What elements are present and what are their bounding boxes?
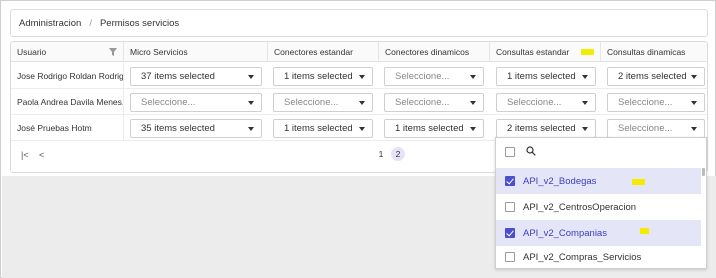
option-label: API_v2_Compras_Servicios xyxy=(523,252,642,263)
select-value: 2 items selected xyxy=(507,123,576,134)
dropdown-option[interactable]: API_v2_CentrosOperacion xyxy=(496,194,701,220)
consultas-dinamicas-select[interactable]: Seleccione... xyxy=(607,119,705,138)
conectores-estandar-select[interactable]: 1 items selected xyxy=(273,119,373,138)
first-page-button[interactable]: |< xyxy=(21,150,29,160)
user-name: Jose Rodrigo Roldan Rodrig.. xyxy=(11,63,124,89)
dropdown-scrollbar[interactable] xyxy=(702,168,705,176)
consultas-dinamicas-select[interactable]: 2 items selected xyxy=(607,67,705,86)
chevron-down-icon xyxy=(248,127,254,131)
chevron-down-icon xyxy=(582,75,588,79)
column-header-label: Conectores dinamicos xyxy=(385,47,470,57)
chevron-down-icon xyxy=(470,127,476,131)
chevron-down-icon xyxy=(470,75,476,79)
select-value: Seleccione... xyxy=(395,71,450,82)
chevron-down-icon xyxy=(691,127,697,131)
chevron-down-icon xyxy=(582,101,588,105)
column-header-label: Consultas dinamicas xyxy=(607,47,686,57)
highlight-marker xyxy=(581,49,595,55)
consultas-estandar-select[interactable]: 1 items selected xyxy=(496,67,596,86)
conectores-dinamicos-select[interactable]: Seleccione... xyxy=(384,67,484,86)
consultas-estandar-select[interactable]: 2 items selected xyxy=(496,119,596,138)
highlight-marker xyxy=(632,179,645,185)
option-label: API_v2_CentrosOperacion xyxy=(523,202,637,213)
chevron-down-icon xyxy=(691,75,697,79)
select-value: 1 items selected xyxy=(395,123,464,134)
option-checkbox[interactable] xyxy=(505,228,515,238)
select-value: Seleccione... xyxy=(507,97,562,108)
chevron-down-icon xyxy=(359,127,365,131)
micro-servicios-select[interactable]: 37 items selected xyxy=(130,67,262,86)
chevron-down-icon xyxy=(470,101,476,105)
prev-page-button[interactable]: < xyxy=(39,150,44,160)
table-row: Paola Andrea Davila Menes.. Seleccione..… xyxy=(11,89,707,115)
column-header-conectores-dinamicos[interactable]: Conectores dinamicos xyxy=(379,42,490,62)
consultas-dinamicas-select[interactable]: Seleccione... xyxy=(607,93,705,112)
chevron-down-icon xyxy=(691,101,697,105)
chevron-down-icon xyxy=(359,101,365,105)
breadcrumb-root[interactable]: Administracion xyxy=(19,18,81,29)
column-header-consultas-estandar[interactable]: Consultas estandar xyxy=(490,42,601,62)
breadcrumb: Administracion / Permisos servicios xyxy=(10,9,708,37)
column-header-label: Conectores estandar xyxy=(274,47,353,57)
select-value: Seleccione... xyxy=(618,97,673,108)
column-header-label: Consultas estandar xyxy=(496,47,570,57)
select-value: Seleccione... xyxy=(395,97,450,108)
select-value: 2 items selected xyxy=(618,71,687,82)
option-label: API_v2_Companias xyxy=(523,228,607,239)
multiselect-dropdown: API_v2_Bodegas API_v2_CentrosOperacion A… xyxy=(495,137,707,269)
select-value: Seleccione... xyxy=(141,97,196,108)
option-checkbox[interactable] xyxy=(505,202,515,212)
conectores-estandar-select[interactable]: Seleccione... xyxy=(273,93,373,112)
select-value: Seleccione... xyxy=(618,123,673,134)
chevron-down-icon xyxy=(582,127,588,131)
column-header-label: Micro Servicios xyxy=(130,47,188,57)
consultas-estandar-select[interactable]: Seleccione... xyxy=(496,93,596,112)
select-value: 1 items selected xyxy=(507,71,576,82)
grid-header: Usuario Micro Servicios Conectores estan… xyxy=(11,42,707,62)
option-label: API_v2_Bodegas xyxy=(523,176,597,187)
filter-icon[interactable] xyxy=(109,48,117,56)
chevron-down-icon xyxy=(248,75,254,79)
option-checkbox[interactable] xyxy=(505,176,515,186)
user-name: Paola Andrea Davila Menes.. xyxy=(11,89,124,115)
highlight-marker xyxy=(640,228,649,234)
search-icon[interactable] xyxy=(526,146,536,156)
conectores-dinamicos-select[interactable]: 1 items selected xyxy=(384,119,484,138)
select-value: 35 items selected xyxy=(141,123,215,134)
select-value: 1 items selected xyxy=(284,71,353,82)
column-header-conectores-estandar[interactable]: Conectores estandar xyxy=(268,42,379,62)
dropdown-option[interactable]: API_v2_Bodegas xyxy=(496,168,701,194)
dropdown-option[interactable]: API_v2_Companias xyxy=(496,220,701,246)
page-1-button[interactable]: 1 xyxy=(374,147,388,161)
chevron-down-icon xyxy=(359,75,365,79)
select-all-checkbox[interactable] xyxy=(505,147,515,157)
conectores-estandar-select[interactable]: 1 items selected xyxy=(273,67,373,86)
option-checkbox[interactable] xyxy=(505,252,515,262)
conectores-dinamicos-select[interactable]: Seleccione... xyxy=(384,93,484,112)
select-value: 37 items selected xyxy=(141,71,215,82)
column-header-usuario[interactable]: Usuario xyxy=(11,42,124,62)
column-header-micro-servicios[interactable]: Micro Servicios xyxy=(124,42,268,62)
app-frame: Administracion / Permisos servicios Usua… xyxy=(0,0,716,278)
micro-servicios-select[interactable]: 35 items selected xyxy=(130,119,262,138)
page-2-button[interactable]: 2 xyxy=(391,147,405,161)
chevron-down-icon xyxy=(248,101,254,105)
select-value: 1 items selected xyxy=(284,123,353,134)
breadcrumb-separator: / xyxy=(89,17,92,29)
column-header-consultas-dinamicas[interactable]: Consultas dinamicas xyxy=(601,42,707,62)
micro-servicios-select[interactable]: Seleccione... xyxy=(130,93,262,112)
user-name: José Pruebas Hotm xyxy=(11,115,124,141)
select-value: Seleccione... xyxy=(284,97,339,108)
breadcrumb-current: Permisos servicios xyxy=(99,17,180,29)
dropdown-option[interactable]: API_v2_Compras_Servicios xyxy=(496,244,701,270)
dropdown-search xyxy=(496,138,706,166)
column-header-label: Usuario xyxy=(17,47,47,57)
table-row: Jose Rodrigo Roldan Rodrig.. 37 items se… xyxy=(11,63,707,89)
